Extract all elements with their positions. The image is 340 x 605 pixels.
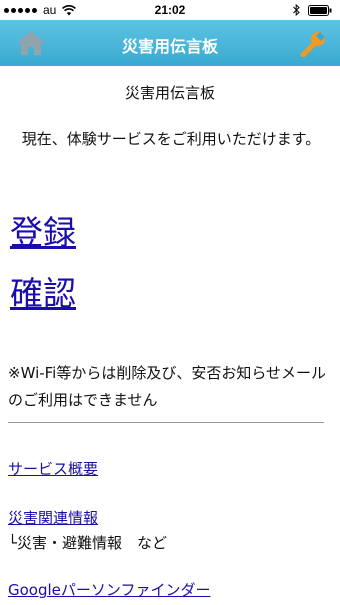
battery-icon bbox=[308, 4, 332, 16]
status-bar: au 21:02 bbox=[0, 0, 340, 20]
page-heading: 災害用伝言板 bbox=[124, 84, 215, 102]
register-link[interactable]: 登録 bbox=[10, 206, 76, 254]
wrench-icon[interactable] bbox=[300, 31, 326, 57]
disaster-info-subnote: └災害・避難情報 など bbox=[8, 534, 168, 552]
service-notice: 現在、体験サービスをご利用いただけます。 bbox=[21, 130, 321, 148]
disaster-info-link[interactable]: 災害関連情報 bbox=[8, 507, 98, 528]
status-right bbox=[293, 4, 332, 16]
wifi-note: ※Wi-Fi等からは削除及び、安否お知らせメールのご利用はできません bbox=[8, 364, 327, 409]
google-person-finder-link[interactable]: Googleパーソンファインダー bbox=[8, 579, 210, 600]
confirm-link[interactable]: 確認 bbox=[10, 267, 76, 315]
nav-title: 災害用伝言板 bbox=[121, 37, 218, 56]
bluetooth-icon bbox=[293, 4, 300, 16]
divider bbox=[8, 422, 324, 423]
status-time: 21:02 bbox=[154, 3, 186, 17]
service-overview-link[interactable]: サービス概要 bbox=[8, 458, 98, 479]
nav-bar: 災害用伝言板 bbox=[0, 20, 340, 66]
